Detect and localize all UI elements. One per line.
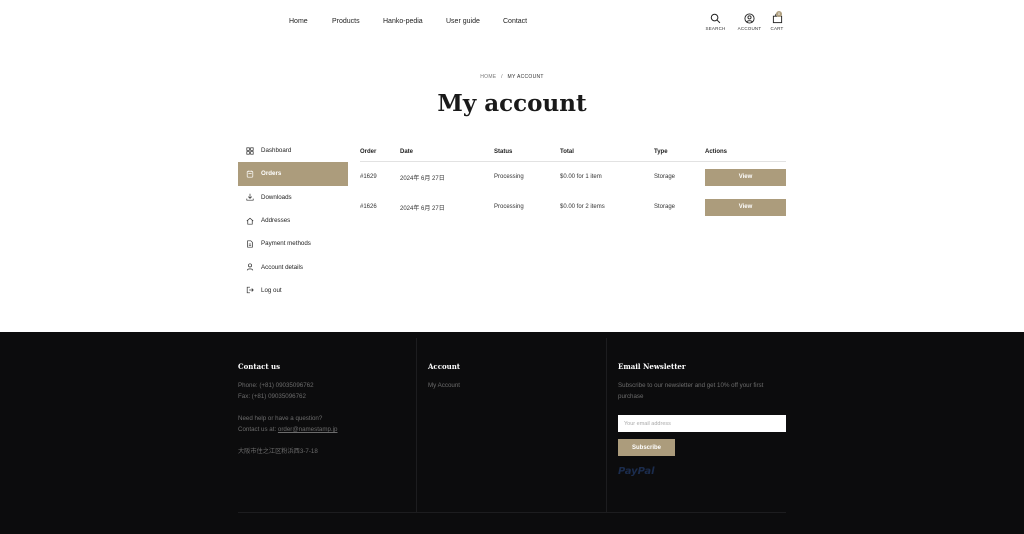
footer: Contact us Phone: (+81) 09035096762 Fax:… — [0, 332, 1024, 534]
page-title: My account — [437, 90, 587, 117]
footer-divider — [606, 338, 607, 512]
nav-contact[interactable]: Contact — [503, 18, 527, 25]
nav-home[interactable]: Home — [289, 18, 332, 25]
user-circle-icon — [744, 13, 755, 24]
my-account-link[interactable]: My Account — [428, 380, 598, 391]
view-order-button[interactable]: View — [705, 198, 786, 216]
nav-user-guide[interactable]: User guide — [446, 18, 503, 25]
table-header: Order Date Status Total Type Actions — [360, 143, 786, 162]
subscribe-button[interactable]: Subscribe — [618, 439, 675, 456]
contact-phone: Phone: (+81) 09035096762 — [238, 382, 314, 389]
footer-account: Account My Account — [428, 362, 598, 391]
sidebar-item-log-out[interactable]: Log out — [238, 279, 348, 302]
paypal-logo: PayPal — [618, 466, 655, 477]
breadcrumb-separator: / — [501, 74, 503, 80]
order-type: Storage — [654, 174, 676, 180]
contact-email-link[interactable]: order@namestamp.jp — [278, 426, 338, 433]
user-icon — [246, 263, 254, 271]
top-nav: Home Products Hanko-pedia User guide Con… — [0, 0, 1024, 48]
contact-email-prefix: Contact us at: — [238, 426, 278, 433]
cart-count-badge: 0 — [776, 11, 782, 17]
order-total: $0.00 for 2 items — [560, 204, 605, 210]
order-date: 2024年 6月 27日 — [400, 205, 445, 212]
newsletter-heading: Email Newsletter — [618, 362, 686, 371]
breadcrumb-current: MY ACCOUNT — [507, 74, 544, 80]
cart-label: CART — [770, 26, 784, 31]
sidebar-item-payment-methods[interactable]: Payment methods — [238, 232, 348, 255]
col-status: Status — [494, 149, 513, 155]
col-actions: Actions — [705, 149, 728, 155]
col-order: Order — [360, 149, 377, 155]
footer-contact: Contact us Phone: (+81) 09035096762 Fax:… — [238, 362, 408, 457]
col-date: Date — [400, 149, 414, 155]
contact-address: 大阪市住之江区粉浜西3-7-18 — [238, 448, 318, 455]
table-row: #1626 2024年 6月 27日 Processing $0.00 for … — [360, 192, 786, 222]
col-total: Total — [560, 149, 574, 155]
sidebar-item-label: Account details — [261, 263, 303, 271]
table-row: #1629 2024年 6月 27日 Processing $0.00 for … — [360, 162, 786, 192]
col-type: Type — [654, 149, 668, 155]
order-status: Processing — [494, 204, 524, 210]
dashboard-icon — [246, 147, 254, 155]
view-order-button[interactable]: View — [705, 168, 786, 186]
nav-hanko-pedia[interactable]: Hanko-pedia — [383, 18, 446, 25]
logout-icon — [246, 287, 254, 294]
search-label: SEARCH — [705, 26, 726, 31]
contact-email-line: Contact us at: order@namestamp.jp — [238, 424, 408, 435]
orders-icon — [246, 170, 254, 178]
sidebar-item-label: Payment methods — [261, 240, 311, 248]
sidebar-item-label: Orders — [261, 170, 282, 178]
order-type: Storage — [654, 204, 676, 210]
home-icon — [246, 217, 254, 225]
sidebar-item-downloads[interactable]: Downloads — [238, 186, 348, 209]
cart-button[interactable]: 0 CART — [770, 11, 784, 31]
sidebar-item-label: Addresses — [261, 217, 291, 225]
contact-help: Need help or have a question? — [238, 415, 323, 422]
footer-bottom-line — [238, 512, 786, 513]
orders-table: Order Date Status Total Type Actions #16… — [360, 143, 786, 222]
order-number[interactable]: #1629 — [360, 174, 400, 180]
account-label: ACCOUNT — [737, 26, 762, 31]
order-total: $0.00 for 1 item — [560, 174, 602, 180]
sidebar-item-addresses[interactable]: Addresses — [238, 209, 348, 232]
page: Home Products Hanko-pedia User guide Con… — [0, 0, 1024, 534]
nav-products[interactable]: Products — [332, 18, 383, 25]
sidebar-item-label: Downloads — [261, 193, 292, 201]
newsletter-text: Subscribe to our newsletter and get 10% … — [618, 382, 764, 400]
sidebar-item-label: Log out — [261, 286, 282, 294]
sidebar-item-dashboard[interactable]: Dashboard — [238, 139, 348, 162]
account-sidebar: Dashboard Orders Downloads Addresses Pay… — [238, 139, 348, 302]
order-status: Processing — [494, 174, 524, 180]
nav-links: Home Products Hanko-pedia User guide Con… — [289, 18, 527, 25]
contact-fax: Fax: (+81) 09035096762 — [238, 393, 306, 400]
order-number[interactable]: #1626 — [360, 204, 400, 210]
breadcrumb-home[interactable]: HOME — [480, 74, 496, 80]
footer-divider — [416, 338, 417, 512]
order-date: 2024年 6月 27日 — [400, 175, 445, 182]
account-button[interactable]: ACCOUNT — [737, 13, 762, 31]
email-field[interactable]: Your email address — [618, 415, 786, 432]
search-button[interactable]: SEARCH — [705, 13, 726, 31]
account-heading: Account — [428, 362, 461, 371]
header-icons: SEARCH ACCOUNT 0 CART — [705, 11, 784, 31]
contact-heading: Contact us — [238, 362, 281, 371]
sidebar-item-orders[interactable]: Orders — [238, 162, 348, 186]
download-icon — [246, 194, 254, 201]
sidebar-item-label: Dashboard — [261, 147, 292, 155]
sidebar-item-account-details[interactable]: Account details — [238, 255, 348, 278]
breadcrumb: HOME / MY ACCOUNT — [0, 74, 1024, 80]
document-icon — [247, 240, 253, 248]
search-icon — [710, 13, 721, 24]
footer-newsletter: Email Newsletter Subscribe to our newsle… — [618, 362, 786, 477]
